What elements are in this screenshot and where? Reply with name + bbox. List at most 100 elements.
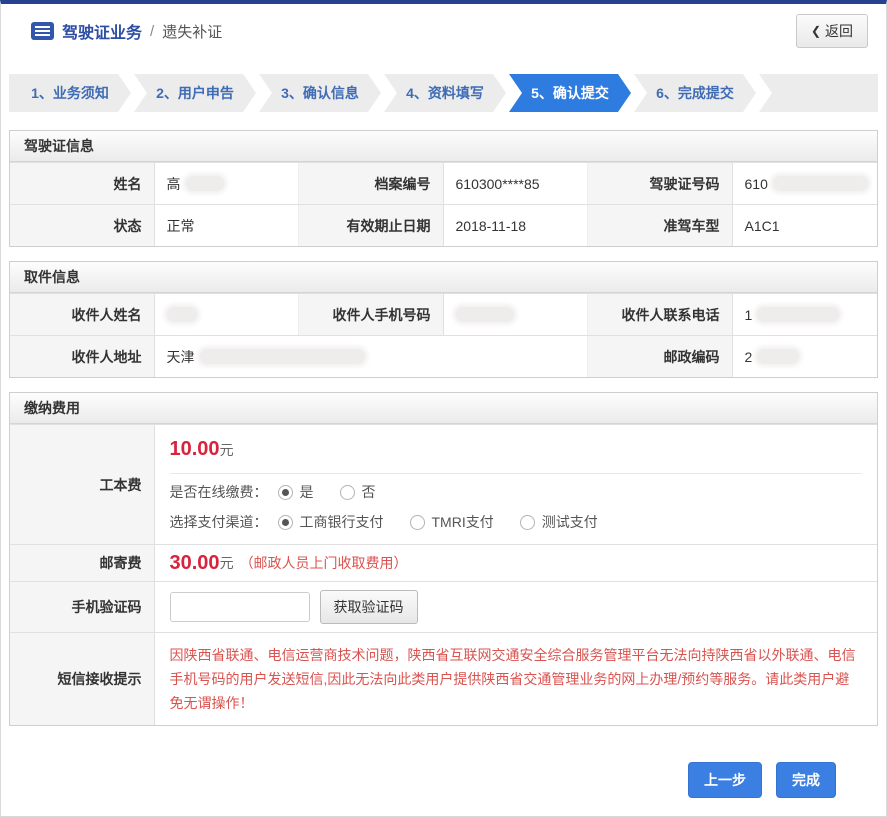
page-panel: 驾驶证业务 / 遗失补证 ❮ 返回 1、业务须知 2、用户申告 3、确认信息 4… [0, 0, 887, 817]
license-number-label: 驾驶证号码 [588, 163, 733, 204]
recipient-mobile-value [444, 294, 589, 335]
recipient-mobile-label: 收件人手机号码 [299, 294, 444, 335]
name-label: 姓名 [10, 163, 155, 204]
redaction-blur [200, 349, 365, 364]
breadcrumb: 驾驶证业务 / 遗失补证 [31, 19, 796, 43]
status-label: 状态 [10, 205, 155, 246]
table-row: 姓名 高 档案编号 610300****85 驾驶证号码 610 [10, 162, 877, 204]
vehicle-class-value: A1C1 [733, 205, 878, 246]
captcha-row: 手机验证码 获取验证码 [10, 581, 877, 632]
pickup-info-section: 取件信息 收件人姓名 收件人手机号码 收件人联系电话 1 收件人地址 天津 邮政… [9, 261, 878, 378]
step-4[interactable]: 4、资料填写 [384, 74, 506, 112]
step-3-label: 3、确认信息 [281, 83, 359, 103]
back-button-label: 返回 [825, 21, 853, 41]
radio-online-yes[interactable]: 是 [278, 482, 314, 502]
sms-notice-row: 短信接收提示 因陕西省联通、电信运营商技术问题，陕西省互联网交通安全综合服务管理… [10, 632, 877, 725]
footer-actions: 上一步 完成 [1, 740, 886, 816]
radio-channel-icbc[interactable]: 工商银行支付 [278, 512, 384, 532]
sms-notice-text: 因陕西省联通、电信运营商技术问题，陕西省互联网交通安全综合服务管理平台无法向持陕… [170, 633, 863, 725]
production-fee-row: 工本费 10.00元 是否在线缴费： 是 否 [10, 424, 877, 544]
step-bar-filler [759, 74, 878, 112]
radio-icon [410, 515, 425, 530]
breadcrumb-separator: / [150, 23, 154, 40]
pickup-section-title: 取件信息 [10, 262, 877, 293]
file-number-value: 610300****85 [444, 163, 589, 204]
radio-channel-icbc-label: 工商银行支付 [300, 512, 384, 532]
topbar: 驾驶证业务 / 遗失补证 ❮ 返回 [1, 4, 886, 58]
table-row: 状态 正常 有效期止日期 2018-11-18 准驾车型 A1C1 [10, 204, 877, 246]
postage-fee-note: （邮政人员上门收取费用） [240, 553, 408, 573]
table-row: 收件人姓名 收件人手机号码 收件人联系电话 1 [10, 293, 877, 335]
postage-fee-amount: 30.00 [170, 552, 220, 575]
redaction-blur [757, 307, 839, 322]
step-2-label: 2、用户申告 [156, 83, 234, 103]
radio-channel-tmri-label: TMRI支付 [432, 512, 494, 532]
license-section-title: 驾驶证信息 [10, 131, 877, 162]
page-title: 驾驶证业务 [62, 19, 142, 43]
back-button[interactable]: ❮ 返回 [796, 14, 868, 48]
recipient-phone-label: 收件人联系电话 [588, 294, 733, 335]
list-icon [31, 22, 54, 40]
previous-step-button[interactable]: 上一步 [688, 762, 762, 798]
step-6-label: 6、完成提交 [656, 83, 734, 103]
step-6[interactable]: 6、完成提交 [634, 74, 756, 112]
radio-online-yes-label: 是 [300, 482, 314, 502]
fees-section: 缴纳费用 工本费 10.00元 是否在线缴费： 是 否 [9, 392, 878, 726]
recipient-name-label: 收件人姓名 [10, 294, 155, 335]
radio-icon [278, 485, 293, 500]
postage-fee-unit: 元 [220, 553, 234, 573]
online-payment-question: 是否在线缴费： 是 否 [170, 474, 863, 504]
payment-channel-question: 选择支付渠道： 工商银行支付 TMRI支付 测试支付 [170, 504, 863, 544]
finish-button[interactable]: 完成 [776, 762, 836, 798]
production-fee-unit: 元 [220, 442, 234, 458]
online-payment-label: 是否在线缴费： [170, 482, 268, 502]
expiry-date-label: 有效期止日期 [299, 205, 444, 246]
postage-fee-label: 邮寄费 [10, 545, 155, 581]
postcode-label: 邮政编码 [588, 336, 733, 377]
production-fee-content: 10.00元 是否在线缴费： 是 否 选择支付渠道： [155, 425, 878, 544]
radio-online-no[interactable]: 否 [340, 482, 376, 502]
radio-online-no-label: 否 [362, 482, 376, 502]
table-row: 收件人地址 天津 邮政编码 2 [10, 335, 877, 377]
step-wizard: 1、业务须知 2、用户申告 3、确认信息 4、资料填写 5、确认提交 6、完成提… [9, 74, 878, 112]
redaction-blur [773, 176, 868, 191]
status-value: 正常 [155, 205, 300, 246]
redaction-blur [757, 349, 799, 364]
production-fee-amount: 10.00 [170, 438, 220, 460]
step-1[interactable]: 1、业务须知 [9, 74, 131, 112]
file-number-label: 档案编号 [299, 163, 444, 204]
step-3[interactable]: 3、确认信息 [259, 74, 381, 112]
captcha-input[interactable] [170, 592, 310, 622]
radio-icon [340, 485, 355, 500]
chevron-left-icon: ❮ [811, 24, 821, 38]
step-4-label: 4、资料填写 [406, 83, 484, 103]
postage-fee-content: 30.00元 （邮政人员上门收取费用） [155, 545, 878, 581]
expiry-date-value: 2018-11-18 [444, 205, 589, 246]
radio-icon [520, 515, 535, 530]
radio-icon [278, 515, 293, 530]
get-captcha-button[interactable]: 获取验证码 [320, 590, 418, 624]
captcha-content: 获取验证码 [155, 582, 878, 632]
production-fee-amount-line: 10.00元 [170, 425, 863, 473]
redaction-blur [186, 176, 224, 191]
radio-channel-test-label: 测试支付 [542, 512, 598, 532]
license-info-section: 驾驶证信息 姓名 高 档案编号 610300****85 驾驶证号码 610 状… [9, 130, 878, 247]
step-5-label: 5、确认提交 [531, 83, 609, 103]
recipient-phone-value: 1 [733, 294, 878, 335]
step-2[interactable]: 2、用户申告 [134, 74, 256, 112]
redaction-blur [456, 307, 514, 322]
production-fee-label: 工本费 [10, 425, 155, 544]
radio-channel-tmri[interactable]: TMRI支付 [410, 512, 494, 532]
radio-channel-test[interactable]: 测试支付 [520, 512, 598, 532]
vehicle-class-label: 准驾车型 [588, 205, 733, 246]
postcode-value: 2 [733, 336, 878, 377]
license-number-value: 610 [733, 163, 878, 204]
sms-notice-content: 因陕西省联通、电信运营商技术问题，陕西省互联网交通安全综合服务管理平台无法向持陕… [155, 633, 878, 725]
recipient-address-label: 收件人地址 [10, 336, 155, 377]
step-1-label: 1、业务须知 [31, 83, 109, 103]
step-5[interactable]: 5、确认提交 [509, 74, 631, 112]
sms-notice-label: 短信接收提示 [10, 633, 155, 725]
name-value: 高 [155, 163, 300, 204]
redaction-blur [167, 307, 197, 322]
postage-fee-row: 邮寄费 30.00元 （邮政人员上门收取费用） [10, 544, 877, 581]
